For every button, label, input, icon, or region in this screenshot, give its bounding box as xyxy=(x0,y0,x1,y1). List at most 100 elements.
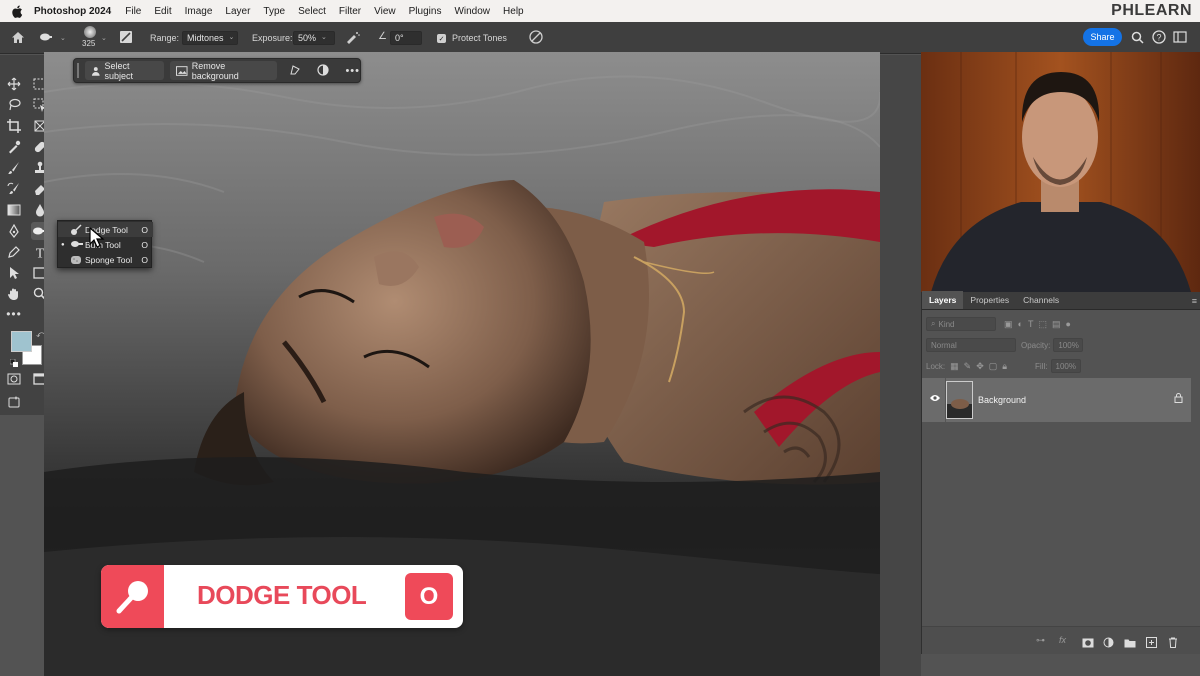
visibility-eye-icon[interactable] xyxy=(929,393,941,405)
hand-tool-icon[interactable] xyxy=(5,285,23,303)
options-bar: ⌄ 325 ⌄ Range: Midtones ⌄ Exposure: 50% ⌄ … xyxy=(0,22,1200,54)
flyout-item-sponge-tool[interactable]: Sponge Tool O xyxy=(58,252,153,267)
menu-select[interactable]: Select xyxy=(298,6,326,17)
adjustment-layer-icon[interactable] xyxy=(1103,635,1115,648)
history-brush-tool-icon[interactable] xyxy=(5,180,23,198)
dodge-tool-preset-icon[interactable] xyxy=(38,29,54,45)
menu-edit[interactable]: Edit xyxy=(154,6,171,17)
menu-window[interactable]: Window xyxy=(454,6,490,17)
menu-layer[interactable]: Layer xyxy=(225,6,250,17)
help-icon[interactable]: ? xyxy=(1151,29,1167,45)
gradient-tool-icon[interactable] xyxy=(5,201,23,219)
layer-row-background[interactable]: Background xyxy=(922,378,1191,422)
apple-icon[interactable] xyxy=(0,5,34,18)
flyout-item-burn-tool[interactable]: ● Burn Tool O xyxy=(58,237,153,252)
menu-plugins[interactable]: Plugins xyxy=(409,6,442,17)
lock-artboard-icon[interactable]: ▢ xyxy=(989,361,998,372)
pressure-size-icon[interactable] xyxy=(528,29,544,45)
task-bar-grip[interactable] xyxy=(77,63,79,78)
path-selection-tool-icon[interactable] xyxy=(5,264,23,282)
link-layers-icon[interactable]: ⊶ xyxy=(1036,635,1048,647)
dodge-tool-icon xyxy=(101,565,164,628)
filter-toggle-icon[interactable]: ● xyxy=(1065,319,1070,330)
menu-app-name[interactable]: Photoshop 2024 xyxy=(34,6,111,17)
layer-style-icon[interactable]: fx xyxy=(1059,635,1071,647)
pen-tool-icon[interactable] xyxy=(5,222,23,240)
adjustment-filter-icon[interactable]: ◐ xyxy=(1018,319,1023,330)
new-group-icon[interactable] xyxy=(1124,635,1136,648)
blend-mode-select[interactable]: Normal xyxy=(926,338,1016,352)
delete-layer-icon[interactable] xyxy=(1168,635,1180,648)
protect-tones-checkbox[interactable]: ✓ xyxy=(437,34,446,43)
sponge-tool-icon xyxy=(70,254,82,266)
brush-tool-icon[interactable] xyxy=(5,159,23,177)
brush-chevron-icon[interactable]: ⌄ xyxy=(101,34,107,42)
flyout-item-dodge-tool[interactable]: Dodge Tool O xyxy=(58,222,153,237)
foreground-color-swatch[interactable] xyxy=(11,331,32,352)
menu-bar: Photoshop 2024 File Edit Image Layer Typ… xyxy=(0,0,1200,22)
lock-all-icon[interactable]: 🔒︎ xyxy=(1002,361,1007,372)
layers-panel-footer: ⊶ fx xyxy=(922,626,1200,654)
search-icon[interactable] xyxy=(1129,29,1145,45)
more-tools-icon[interactable]: ••• xyxy=(5,305,23,323)
adjustment-icon[interactable] xyxy=(317,63,330,78)
menu-help[interactable]: Help xyxy=(503,6,524,17)
airbrush-icon[interactable] xyxy=(345,29,361,45)
panel-menu-icon[interactable]: ≡ xyxy=(1192,296,1197,306)
angle-input[interactable]: 0° xyxy=(390,31,422,45)
burn-tool-icon xyxy=(70,239,83,251)
add-mask-icon[interactable] xyxy=(1082,635,1094,648)
tab-layers[interactable]: Layers xyxy=(922,291,964,309)
pixel-filter-icon[interactable]: ▣ xyxy=(1004,319,1013,330)
selected-dot-icon: ● xyxy=(61,241,65,248)
lock-position-icon[interactable]: ✥ xyxy=(976,361,984,372)
home-icon[interactable] xyxy=(10,29,26,45)
fill-input[interactable]: 100% xyxy=(1050,359,1081,373)
chevron-down-icon[interactable]: ⌄ xyxy=(60,34,66,42)
new-layer-icon[interactable] xyxy=(1146,635,1158,648)
share-button[interactable]: Share xyxy=(1083,28,1122,46)
layer-thumbnail xyxy=(946,381,973,419)
more-options-icon[interactable]: ••• xyxy=(345,65,360,77)
generative-fill-icon[interactable] xyxy=(5,393,23,411)
brush-preview-icon[interactable] xyxy=(84,26,96,38)
workspace-icon[interactable] xyxy=(1172,29,1188,45)
search-icon: ⌕ xyxy=(931,319,936,328)
eyedropper-tool-icon[interactable] xyxy=(5,138,23,156)
shape-filter-icon[interactable]: ⬚ xyxy=(1038,319,1047,330)
opacity-input[interactable]: 100% xyxy=(1053,338,1084,352)
default-colors-icon[interactable] xyxy=(9,354,18,367)
menu-type[interactable]: Type xyxy=(263,6,285,17)
lasso-tool-icon[interactable] xyxy=(5,96,23,114)
layer-filter-row: ⌕ Kind ▣ ◐ T ⬚ ▤ ● xyxy=(926,316,1197,332)
menu-image[interactable]: Image xyxy=(185,6,213,17)
pen-path-tool-icon[interactable] xyxy=(5,243,23,261)
layer-lock-icon[interactable] xyxy=(1174,393,1183,405)
layer-filter-kind-select[interactable]: ⌕ Kind xyxy=(926,317,996,331)
image-icon xyxy=(176,65,188,76)
callout-title: DODGE TOOL xyxy=(197,580,367,610)
select-subject-button[interactable]: Select subject xyxy=(84,61,165,81)
menu-view[interactable]: View xyxy=(374,6,396,17)
move-tool-icon[interactable] xyxy=(5,75,23,93)
lock-transparent-icon[interactable]: ▦ xyxy=(950,361,959,372)
exposure-input[interactable]: 50% ⌄ xyxy=(293,31,335,45)
type-filter-icon[interactable]: T xyxy=(1028,319,1034,330)
crop-tool-icon[interactable] xyxy=(5,117,23,135)
lock-pixels-icon[interactable]: ✎ xyxy=(964,361,972,372)
quick-mask-icon[interactable] xyxy=(5,370,23,388)
generative-icon[interactable] xyxy=(289,64,301,78)
tab-properties[interactable]: Properties xyxy=(963,291,1016,309)
exposure-label: Exposure: xyxy=(252,33,293,43)
layer-name: Background xyxy=(978,395,1027,405)
range-select[interactable]: Midtones ⌄ xyxy=(182,31,238,45)
brush-settings-icon[interactable] xyxy=(118,29,134,45)
smart-object-filter-icon[interactable]: ▤ xyxy=(1052,319,1061,330)
remove-background-button[interactable]: Remove background xyxy=(170,61,278,81)
contextual-task-bar: Select subject Remove background ••• xyxy=(73,58,361,83)
menu-filter[interactable]: Filter xyxy=(339,6,361,17)
tab-channels[interactable]: Channels xyxy=(1016,291,1066,309)
tool-name-callout: DODGE TOOL O xyxy=(101,565,463,628)
lock-row: Lock: ▦ ✎ ✥ ▢ 🔒︎ Fill: 100% xyxy=(926,358,1197,374)
menu-file[interactable]: File xyxy=(125,6,141,17)
